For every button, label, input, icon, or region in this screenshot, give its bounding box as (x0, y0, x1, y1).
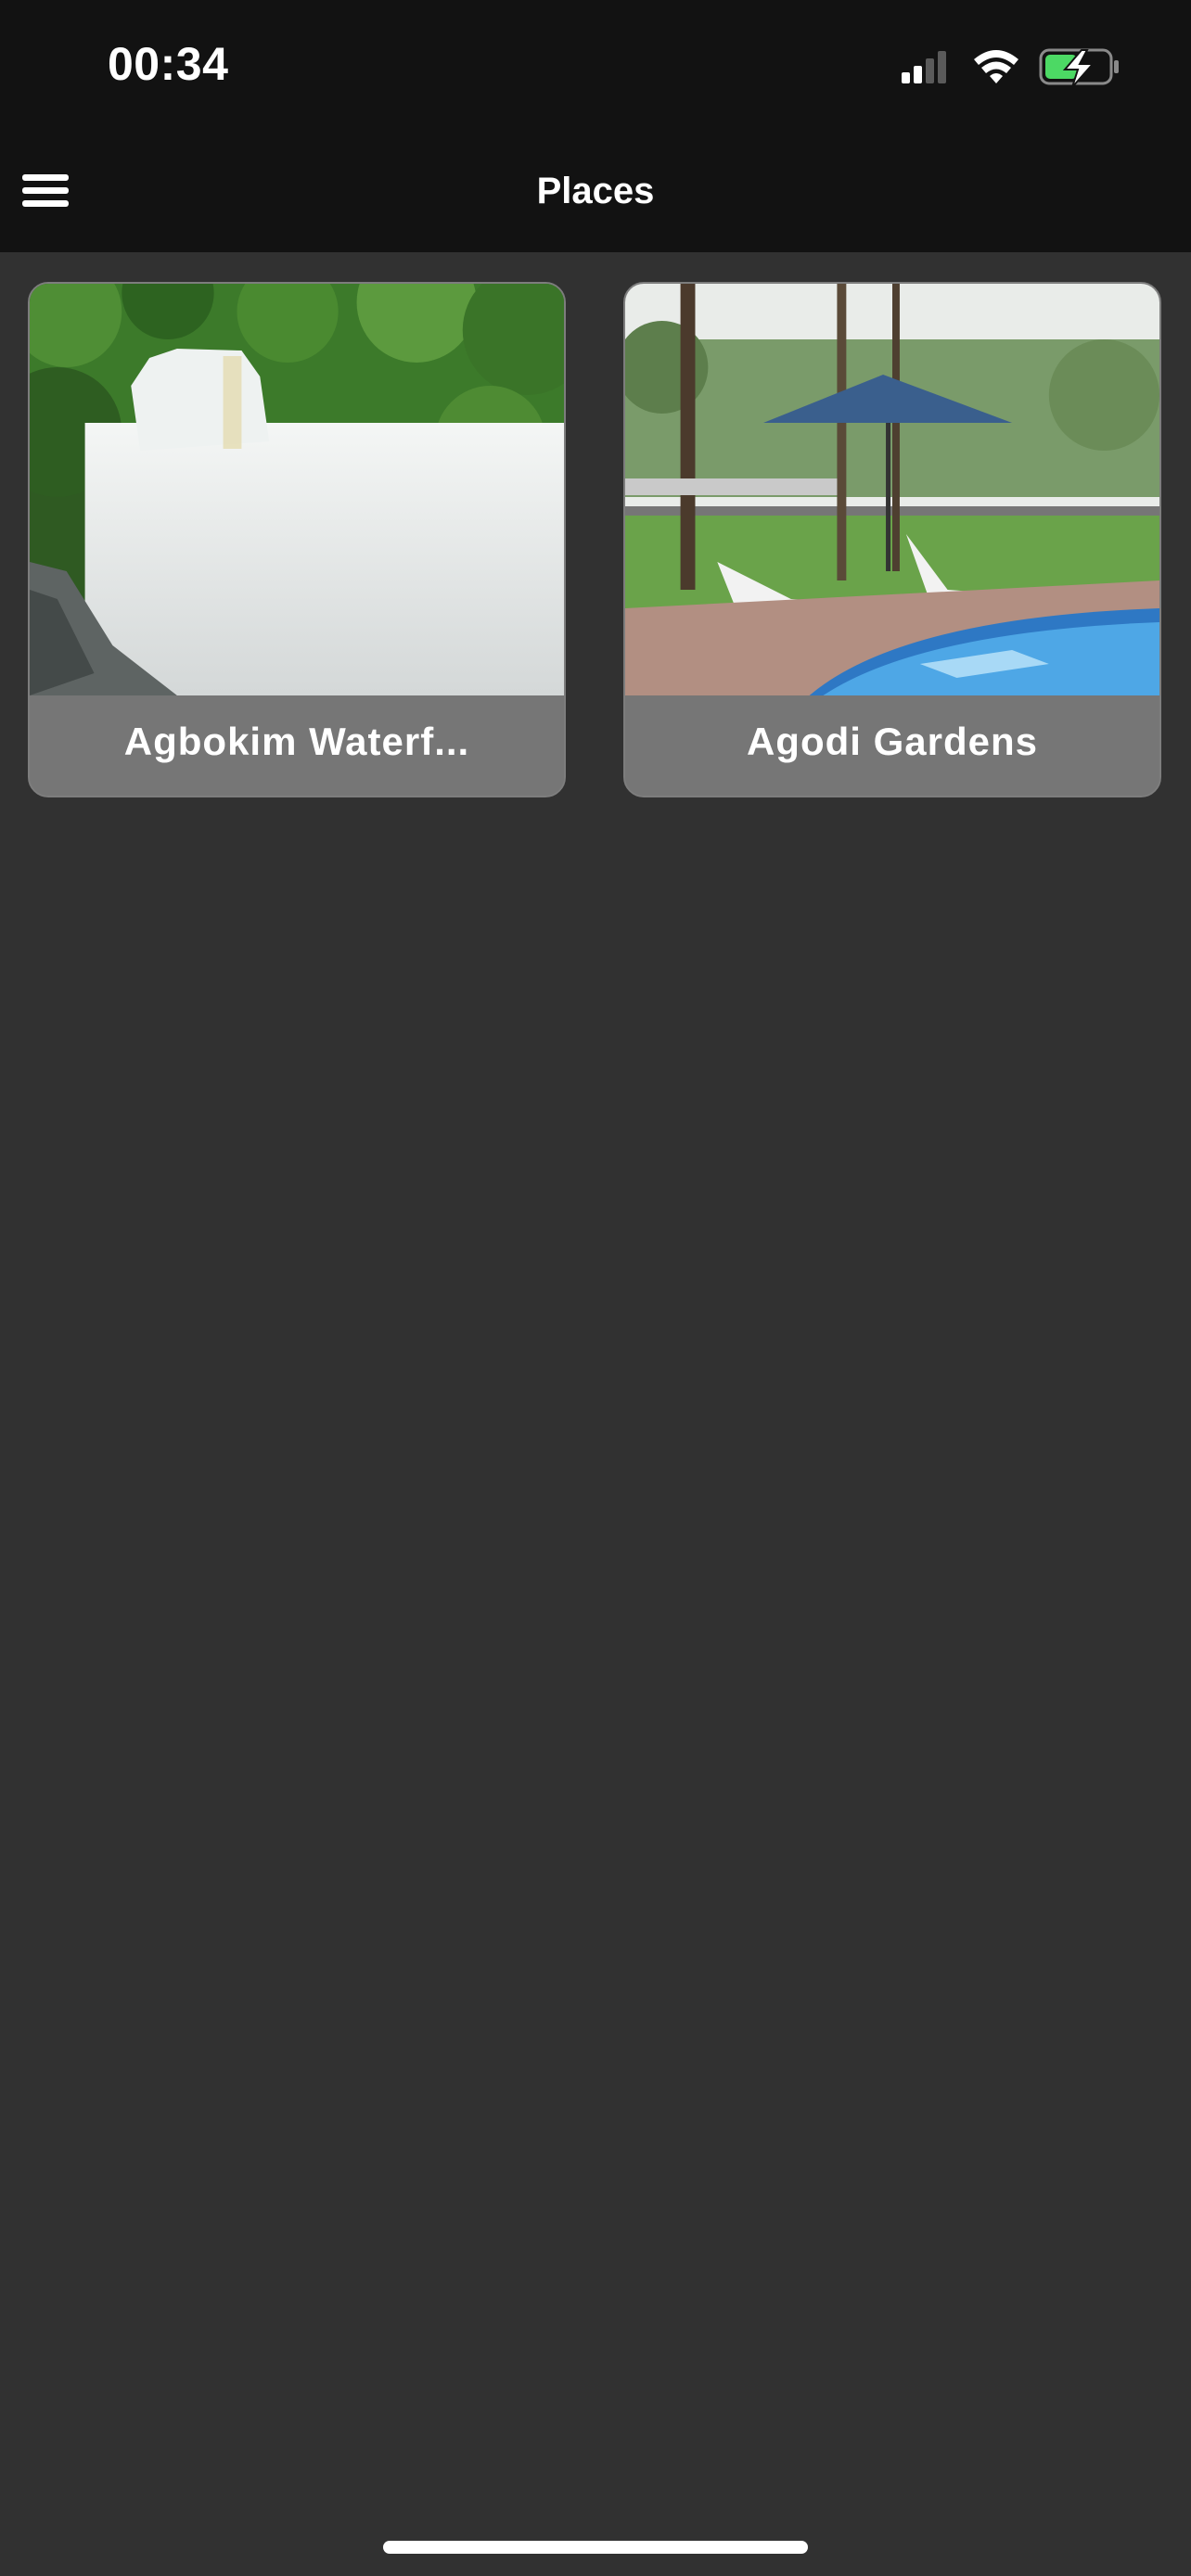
status-bar: 00:34 (0, 0, 1191, 130)
cellular-signal-icon (902, 51, 946, 83)
place-card-label: Agbokim Waterf... (30, 695, 564, 796)
garden-pool-photo (625, 284, 1159, 695)
waterfall-photo (30, 284, 564, 695)
status-time: 00:34 (108, 38, 229, 90)
place-card-label: Agodi Gardens (625, 695, 1159, 796)
nav-bar: Places (0, 130, 1191, 252)
page-title: Places (536, 171, 655, 211)
place-card-agbokim-waterfalls[interactable]: Agbokim Waterf... (28, 282, 566, 797)
battery-charging-icon (1039, 48, 1119, 88)
home-indicator[interactable] (383, 2541, 808, 2554)
status-icons (902, 48, 1119, 88)
wifi-icon (974, 50, 1018, 83)
place-card-agodi-gardens[interactable]: Agodi Gardens (623, 282, 1161, 797)
